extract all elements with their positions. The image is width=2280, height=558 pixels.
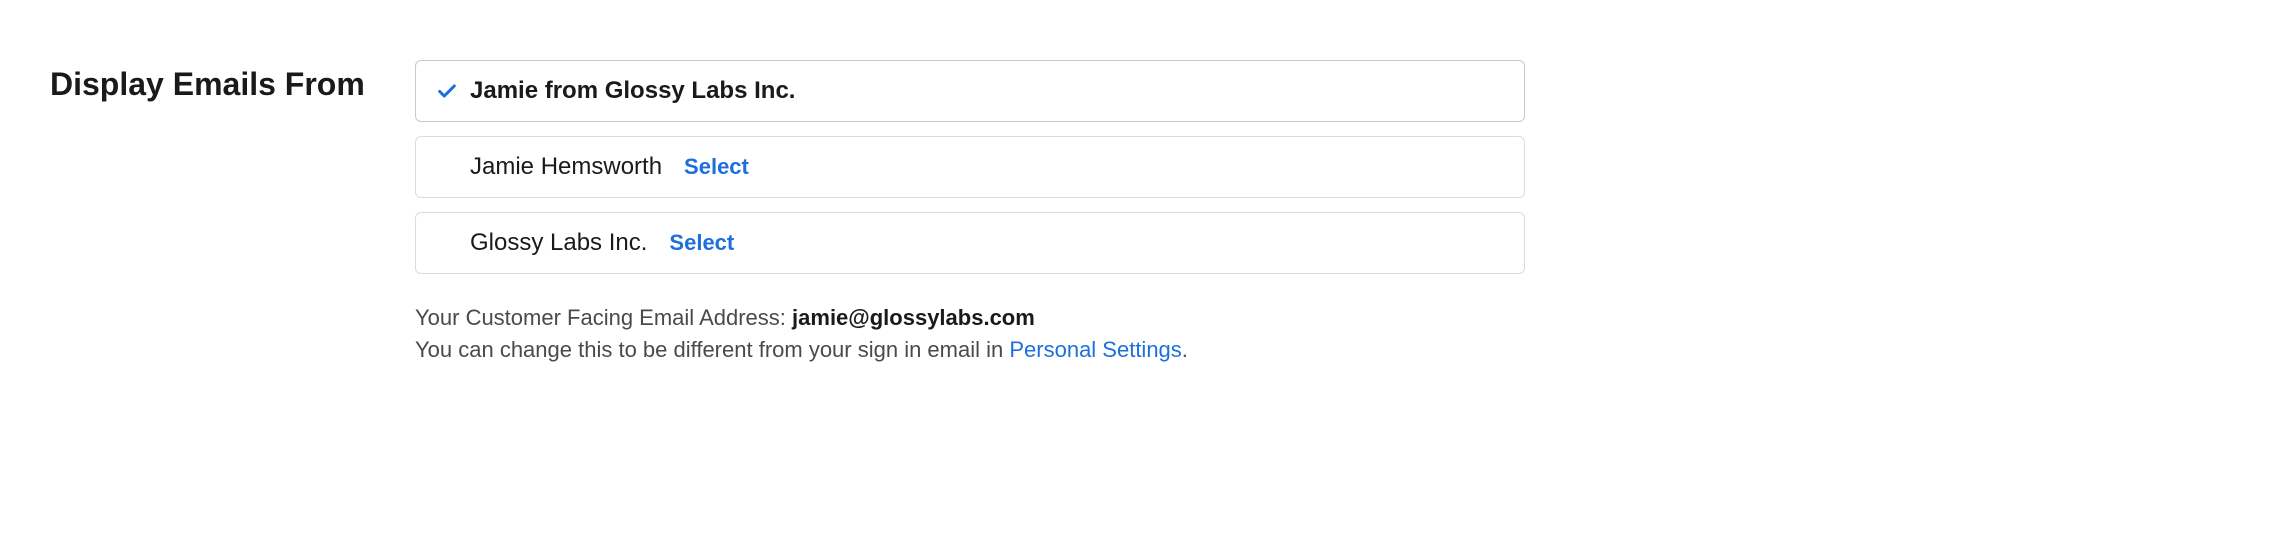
display-from-option-combined[interactable]: Jamie from Glossy Labs Inc. <box>415 60 1525 122</box>
display-emails-from-section: Display Emails From Jamie from Glossy La… <box>50 60 2230 366</box>
change-hint-after: . <box>1182 337 1188 362</box>
customer-email-line: Your Customer Facing Email Address: jami… <box>415 302 1525 334</box>
footer-text: Your Customer Facing Email Address: jami… <box>415 302 1525 366</box>
customer-email-value: jamie@glossylabs.com <box>792 305 1035 330</box>
option-label: Jamie from Glossy Labs Inc. <box>470 77 795 105</box>
option-label: Jamie Hemsworth <box>470 153 662 181</box>
select-button[interactable]: Select <box>684 154 749 180</box>
change-hint-line: You can change this to be different from… <box>415 334 1525 366</box>
display-from-option-company[interactable]: Glossy Labs Inc. Select <box>415 212 1525 274</box>
option-label: Glossy Labs Inc. <box>470 229 647 257</box>
section-heading: Display Emails From <box>50 60 415 103</box>
select-button[interactable]: Select <box>669 230 734 256</box>
personal-settings-link[interactable]: Personal Settings <box>1009 337 1181 362</box>
check-slot <box>436 80 470 102</box>
check-icon <box>436 80 458 102</box>
change-hint-before: You can change this to be different from… <box>415 337 1009 362</box>
display-from-option-name[interactable]: Jamie Hemsworth Select <box>415 136 1525 198</box>
email-prefix: Your Customer Facing Email Address: <box>415 305 792 330</box>
options-column: Jamie from Glossy Labs Inc. Jamie Hemswo… <box>415 60 1525 366</box>
